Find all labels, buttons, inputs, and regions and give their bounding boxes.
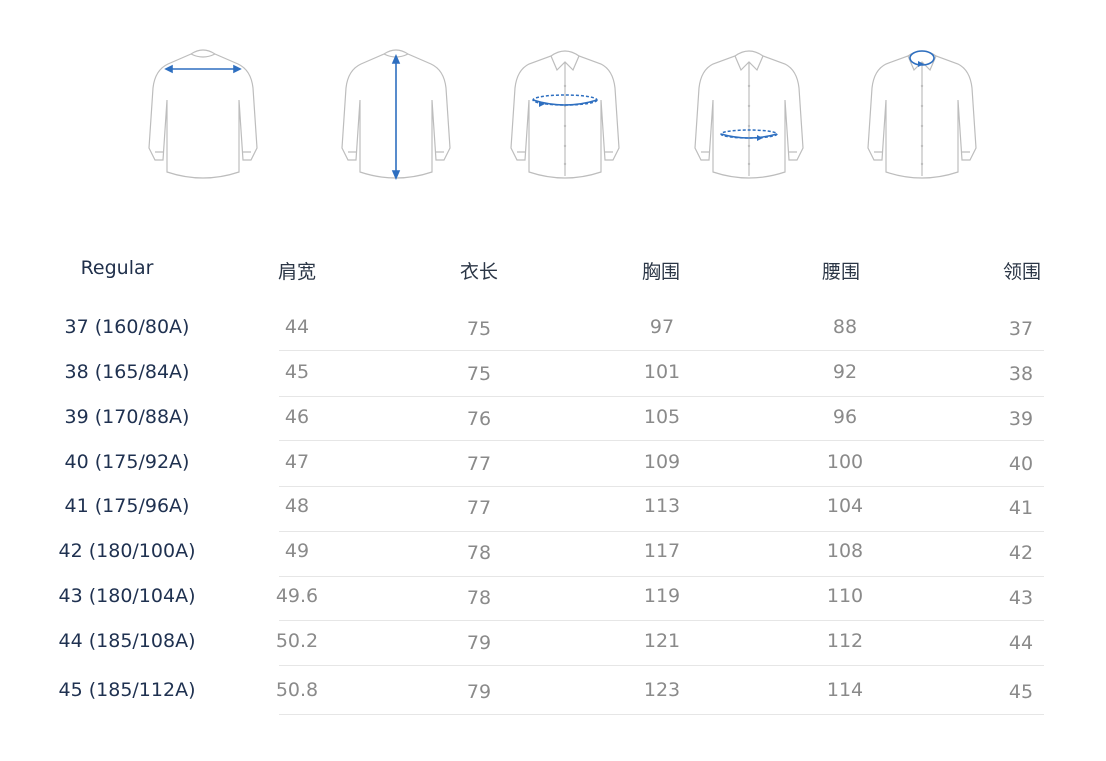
- size-label: 39 (170/88A): [64, 406, 190, 428]
- table-cell: 45: [284, 361, 310, 383]
- table-cell: 40: [1008, 453, 1034, 475]
- table-cell: 50.8: [275, 679, 319, 701]
- table-cell: 79: [466, 632, 492, 654]
- row-divider: [279, 531, 1044, 532]
- row-divider: [279, 665, 1044, 666]
- size-label: 37 (160/80A): [64, 316, 190, 338]
- table-cell: 112: [826, 630, 864, 652]
- table-cell: 92: [832, 361, 858, 383]
- table-cell: 78: [466, 587, 492, 609]
- fit-label: Regular: [80, 257, 154, 279]
- table-cell: 48: [284, 495, 310, 517]
- table-cell: 49.6: [275, 585, 319, 607]
- table-cell: 108: [826, 540, 864, 562]
- table-cell: 77: [466, 497, 492, 519]
- size-label: 40 (175/92A): [64, 451, 190, 473]
- table-cell: 46: [284, 406, 310, 428]
- column-header-chest: 胸围: [641, 261, 681, 283]
- table-cell: 105: [643, 406, 681, 428]
- size-label: 38 (165/84A): [64, 361, 190, 383]
- table-cell: 110: [826, 585, 864, 607]
- table-cell: 76: [466, 408, 492, 430]
- table-cell: 43: [1008, 587, 1034, 609]
- table-cell: 50.2: [275, 630, 319, 652]
- column-header-waist: 腰围: [821, 261, 861, 283]
- table-cell: 78: [466, 542, 492, 564]
- size-chart-table: Regular 肩宽 衣长 胸围 腰围 领围 37 (160/80A) 44 75 9…: [0, 0, 1106, 761]
- row-divider: [279, 396, 1044, 397]
- table-cell: 75: [466, 318, 492, 340]
- table-cell: 123: [643, 679, 681, 701]
- table-cell: 88: [832, 316, 858, 338]
- table-cell: 79: [466, 681, 492, 703]
- table-cell: 96: [832, 406, 858, 428]
- size-label: 42 (180/100A): [58, 540, 196, 562]
- table-cell: 42: [1008, 542, 1034, 564]
- row-divider: [279, 576, 1044, 577]
- table-cell: 44: [284, 316, 310, 338]
- size-label: 44 (185/108A): [58, 630, 196, 652]
- row-divider: [279, 486, 1044, 487]
- size-label: 45 (185/112A): [58, 679, 196, 701]
- table-cell: 109: [643, 451, 681, 473]
- table-cell: 38: [1008, 363, 1034, 385]
- table-cell: 44: [1008, 632, 1034, 654]
- table-cell: 97: [649, 316, 675, 338]
- table-cell: 119: [643, 585, 681, 607]
- table-cell: 75: [466, 363, 492, 385]
- table-cell: 37: [1008, 318, 1034, 340]
- row-divider: [279, 350, 1044, 351]
- table-cell: 39: [1008, 408, 1034, 430]
- row-divider: [279, 440, 1044, 441]
- table-cell: 47: [284, 451, 310, 473]
- column-header-length: 衣长: [459, 261, 499, 283]
- size-label: 43 (180/104A): [58, 585, 196, 607]
- column-header-collar: 领围: [1002, 261, 1042, 283]
- table-cell: 113: [643, 495, 681, 517]
- row-divider: [279, 620, 1044, 621]
- table-cell: 100: [826, 451, 864, 473]
- table-cell: 45: [1008, 681, 1034, 703]
- size-label: 41 (175/96A): [64, 495, 190, 517]
- column-header-shoulder: 肩宽: [277, 261, 317, 283]
- table-cell: 41: [1008, 497, 1034, 519]
- row-divider: [279, 714, 1044, 715]
- table-cell: 114: [826, 679, 864, 701]
- table-cell: 77: [466, 453, 492, 475]
- table-cell: 104: [826, 495, 864, 517]
- table-cell: 49: [284, 540, 310, 562]
- table-cell: 117: [643, 540, 681, 562]
- table-cell: 121: [643, 630, 681, 652]
- table-cell: 101: [643, 361, 681, 383]
